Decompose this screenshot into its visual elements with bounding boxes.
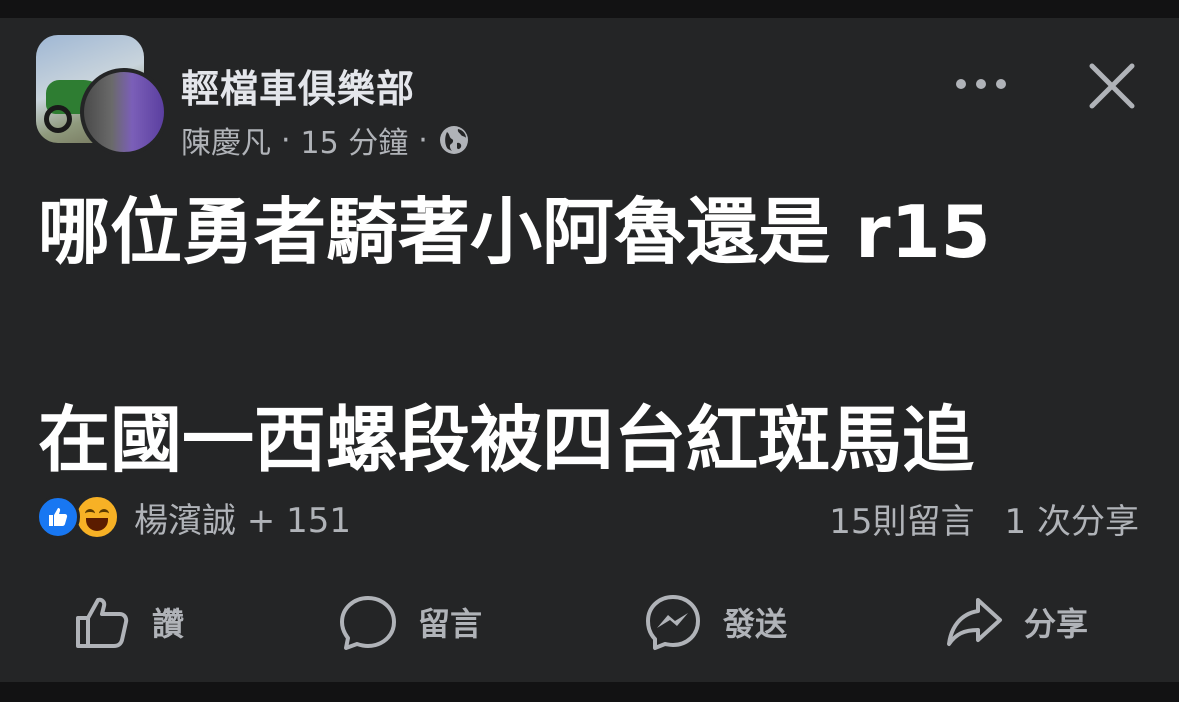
close-icon[interactable] <box>1086 60 1138 112</box>
post-time[interactable]: 15 分鐘 <box>301 118 409 162</box>
comment-icon <box>340 596 396 650</box>
share-label: 分享 <box>1024 605 1089 643</box>
comment-label: 留言 <box>418 605 483 643</box>
send-button[interactable]: 發送 <box>643 590 787 654</box>
like-label: 讚 <box>152 605 185 643</box>
action-bar: 讚 留言 發送 分享 <box>0 590 1179 654</box>
author-avatar[interactable] <box>80 68 168 156</box>
share-button[interactable]: 分享 <box>944 590 1088 654</box>
messenger-icon <box>646 595 700 650</box>
comment-count[interactable]: 15則留言 <box>829 494 974 543</box>
group-name[interactable]: 輕檔車俱樂部 <box>181 58 415 113</box>
like-outline-icon <box>76 597 129 648</box>
share-icon <box>947 598 1002 646</box>
more-options-icon[interactable] <box>952 66 1010 102</box>
like-icon <box>36 495 80 539</box>
post-stats: 15則留言 1 次分享 <box>829 494 1139 543</box>
author-name[interactable]: 陳慶凡 <box>181 118 271 162</box>
post-line-1: 哪位勇者騎著小阿魯還是 r15 <box>38 190 991 274</box>
haha-icon <box>74 494 120 540</box>
reaction-summary[interactable]: 楊濱誠 + 151 <box>36 494 351 541</box>
post-line-2: 在國一西螺段被四台紅斑馬追 <box>38 398 975 482</box>
globe-icon <box>438 124 470 156</box>
top-separator <box>0 0 1179 18</box>
share-count[interactable]: 1 次分享 <box>1005 494 1139 543</box>
bottom-separator <box>0 682 1179 702</box>
send-label: 發送 <box>723 605 788 643</box>
post-meta: 陳慶凡 · 15 分鐘 · <box>181 118 470 162</box>
meta-separator: · <box>281 122 291 158</box>
like-button[interactable]: 讚 <box>72 590 184 654</box>
meta-separator: · <box>418 122 428 158</box>
comment-button[interactable]: 留言 <box>338 590 482 654</box>
post-text: 哪位勇者騎著小阿魯還是 r15 在國一西螺段被四台紅斑馬追 <box>38 180 1148 492</box>
reaction-names: 楊濱誠 + 151 <box>134 500 351 541</box>
wheel-shape <box>44 105 72 133</box>
